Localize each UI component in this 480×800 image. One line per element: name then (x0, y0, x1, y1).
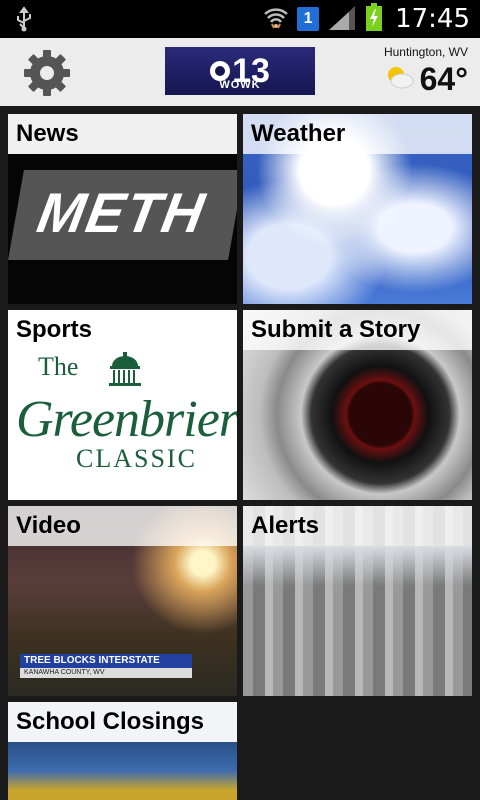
tile-submit-story[interactable]: Submit a Story (243, 310, 472, 500)
station-logo: 13 WOWK (165, 47, 315, 95)
tile-label-sports: Sports (8, 310, 237, 350)
tile-video[interactable]: TREE BLOCKS INTERSTATE TRAFFIC KANAWHA C… (8, 506, 237, 696)
weather-temperature: 64° (419, 61, 468, 97)
greenbrier-name: Greenbrier (16, 391, 237, 448)
status-bar: 1 17:45 (0, 0, 480, 38)
weather-location: Huntington, WV (383, 45, 468, 59)
logo-callsign: WOWK (219, 79, 261, 91)
meth-text: METH (32, 181, 211, 244)
usb-icon (14, 6, 34, 37)
tile-weather[interactable]: Weather (243, 114, 472, 304)
tile-label-school-closings: School Closings (8, 702, 237, 742)
wifi-icon (263, 4, 289, 35)
tile-label-video: Video (8, 506, 237, 546)
app-header: 13 WOWK Huntington, WV 64° (0, 38, 480, 106)
dome-icon (109, 352, 141, 386)
battery-icon (365, 2, 383, 36)
tile-label-news: News (8, 114, 237, 154)
meth-graphic: METH (8, 170, 237, 260)
cbs-eye-icon (210, 61, 231, 81)
tile-school-closings[interactable]: School Closings (8, 702, 237, 800)
tile-label-alerts: Alerts (243, 506, 472, 546)
settings-gear-icon[interactable] (22, 48, 72, 103)
tile-news[interactable]: METH News (8, 114, 237, 304)
video-ticker-sub: KANAWHA COUNTY, WV (20, 668, 192, 678)
tile-label-submit-story: Submit a Story (243, 310, 472, 350)
signal-icon (327, 4, 357, 35)
tile-sports[interactable]: The Greenbrier CLASSIC Sports (8, 310, 237, 500)
greenbrier-classic: CLASSIC (76, 444, 197, 473)
tile-alerts[interactable]: Alerts (243, 506, 472, 696)
partly-cloudy-icon (384, 65, 414, 94)
weather-widget[interactable]: Huntington, WV 64° (384, 45, 468, 98)
tile-label-weather: Weather (243, 114, 472, 154)
greenbrier-the: The (38, 352, 79, 381)
video-ticker: TREE BLOCKS INTERSTATE TRAFFIC (20, 654, 192, 680)
sim-icon: 1 (297, 7, 320, 31)
clock: 17:45 (395, 4, 470, 34)
